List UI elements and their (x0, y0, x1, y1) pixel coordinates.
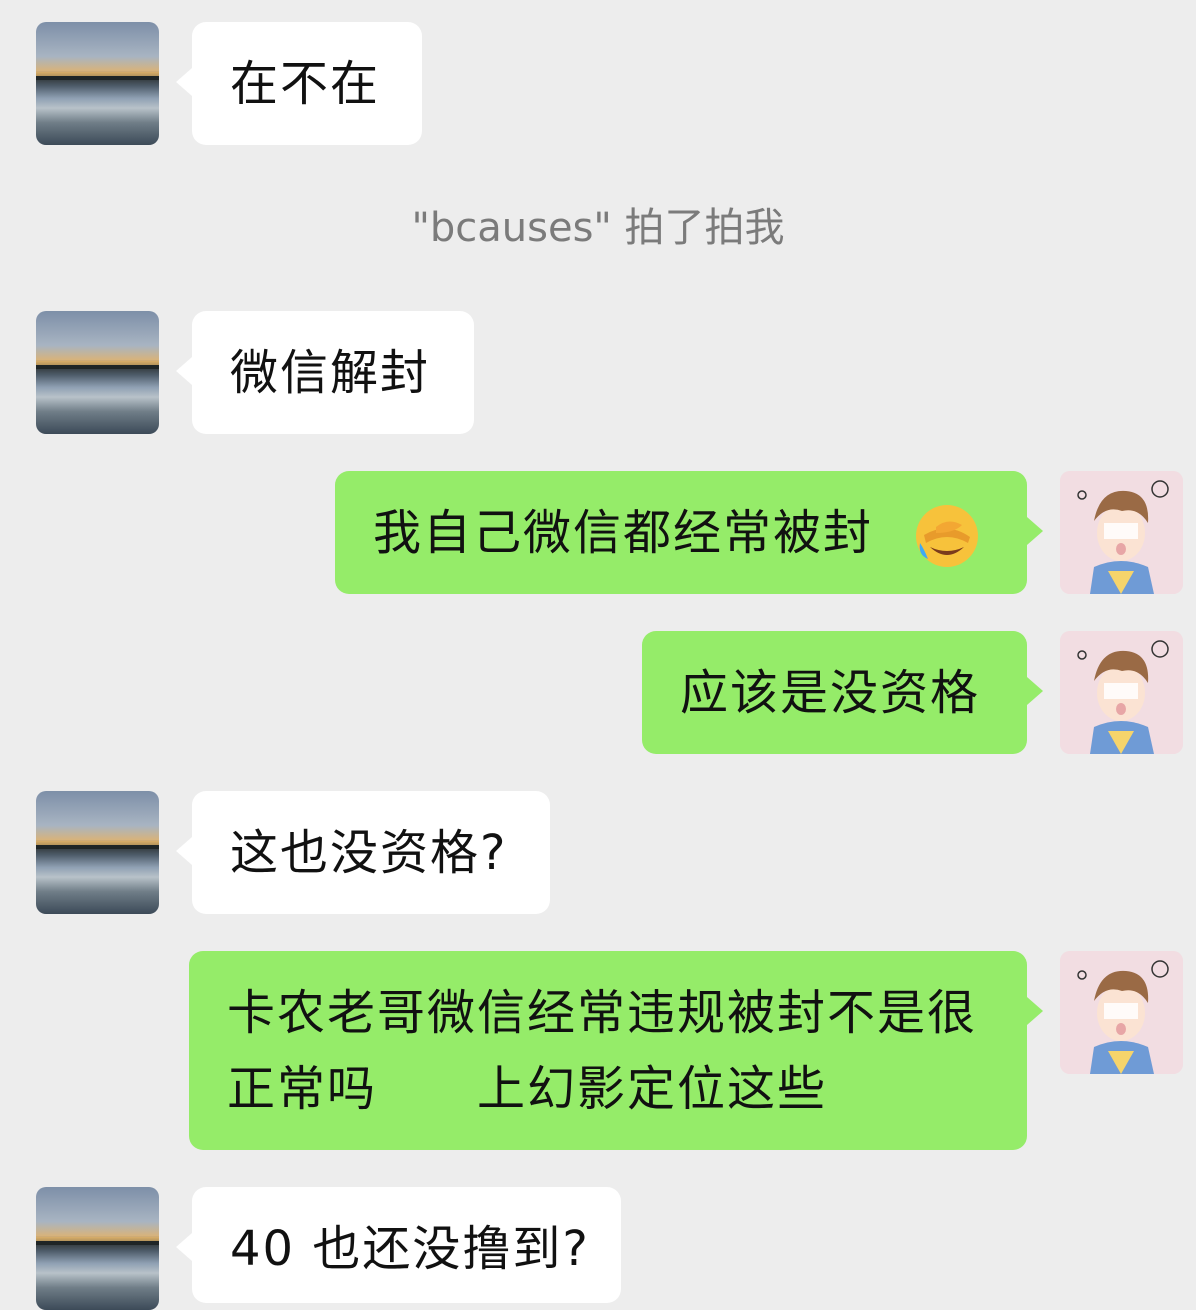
message-bubble[interactable]: 在不在 (176, 22, 422, 145)
cartoon-boy-icon (1060, 471, 1183, 594)
bubble-tail (1027, 997, 1043, 1025)
my-avatar[interactable] (1060, 631, 1183, 754)
message-bubble[interactable]: 卡农老哥微信经常违规被封不是很 正常吗 上幻影定位这些 (189, 951, 1043, 1150)
message-bubble[interactable]: 微信解封 (176, 311, 474, 434)
contact-avatar[interactable] (36, 311, 159, 434)
cartoon-boy-icon (1060, 951, 1183, 1074)
bubble-tail (1027, 517, 1043, 545)
message-text: 应该是没资格 (680, 665, 981, 721)
pat-notification: "bcauses" 拍了拍我 (411, 205, 785, 251)
contact-avatar[interactable] (36, 791, 159, 914)
bubble-tail (1027, 677, 1043, 705)
avatar-horizon (36, 76, 159, 80)
avatar-horizon (36, 1241, 159, 1245)
message-text-line: 正常吗 上幻影定位这些 (227, 1061, 828, 1117)
message-text: 这也没资格? (230, 825, 508, 881)
message-text-line: 卡农老哥微信经常违规被封不是很 (227, 985, 978, 1041)
bubble-tail (176, 68, 192, 96)
message-text: 微信解封 (230, 345, 431, 401)
my-avatar[interactable] (1060, 471, 1183, 594)
contact-avatar[interactable] (36, 22, 159, 145)
bubble-tail (176, 357, 192, 385)
face-palm-laughing-emoji (916, 505, 979, 567)
bubble-tail (176, 1233, 192, 1261)
message-text: 40 也还没撸到? (230, 1221, 590, 1277)
message-bubble[interactable]: 我自己微信都经常被封 (335, 471, 1043, 594)
my-avatar[interactable] (1060, 951, 1183, 1074)
avatar-horizon (36, 845, 159, 849)
message-text: 在不在 (230, 56, 381, 112)
contact-avatar[interactable] (36, 1187, 159, 1310)
message-bubble[interactable]: 这也没资格? (176, 791, 550, 914)
avatar-horizon (36, 365, 159, 369)
message-bubble[interactable]: 40 也还没撸到? (176, 1187, 621, 1303)
message-text: 我自己微信都经常被封 (373, 505, 874, 561)
message-bubble[interactable]: 应该是没资格 (642, 631, 1043, 754)
cartoon-boy-icon (1060, 631, 1183, 754)
bubble-tail (176, 837, 192, 865)
